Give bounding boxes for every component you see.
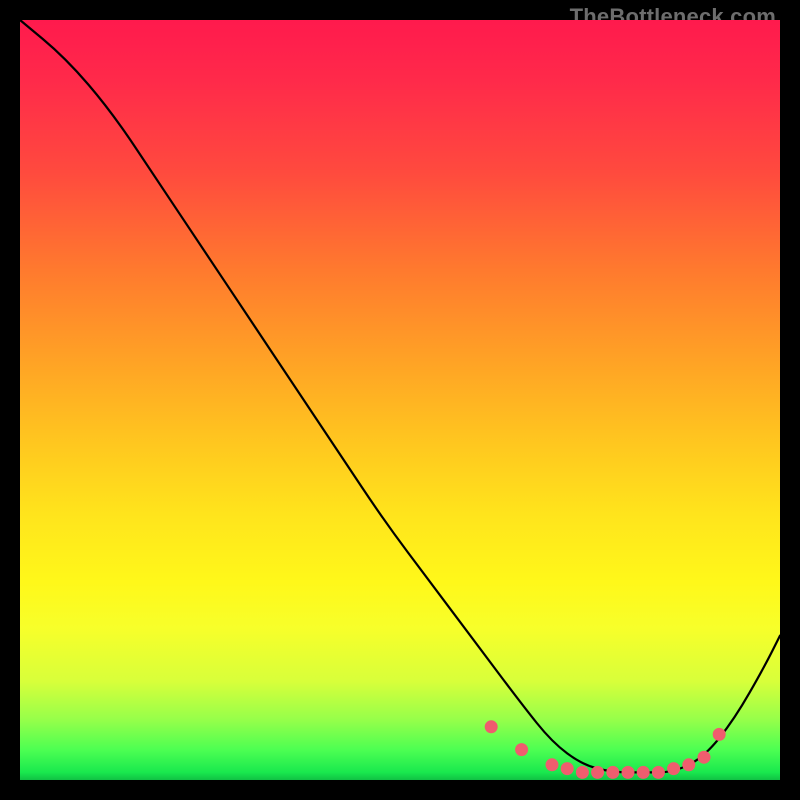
highlight-marker [622, 766, 634, 778]
bottleneck-curve-line [20, 20, 780, 772]
bottleneck-curve-svg [20, 20, 780, 780]
highlight-marker [637, 766, 649, 778]
highlight-marker [546, 759, 558, 771]
highlight-marker [485, 721, 497, 733]
highlight-marker [683, 759, 695, 771]
highlight-marker [713, 728, 725, 740]
highlight-marker [607, 766, 619, 778]
highlight-marker [592, 766, 604, 778]
highlight-marker [516, 744, 528, 756]
highlight-marker [652, 766, 664, 778]
chart-frame: TheBottleneck.com [0, 0, 800, 800]
highlight-marker [576, 766, 588, 778]
gradient-plot-area [20, 20, 780, 780]
highlight-marker [698, 751, 710, 763]
highlight-marker [668, 763, 680, 775]
highlight-marker [561, 763, 573, 775]
